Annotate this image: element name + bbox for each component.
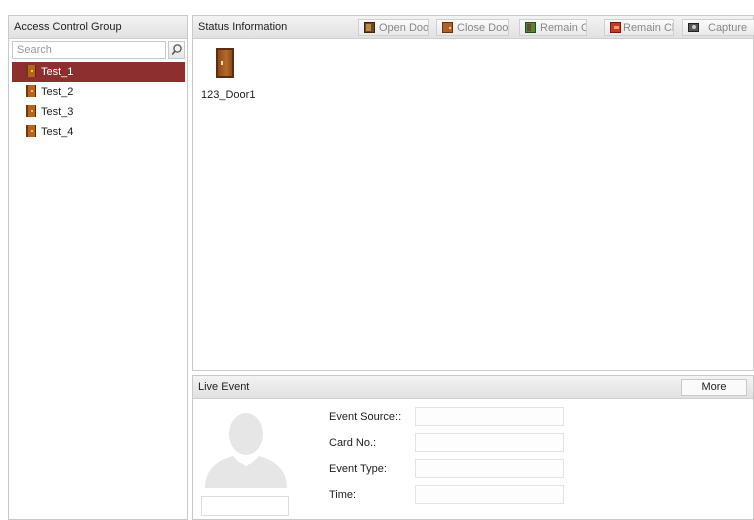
group-tree: Test_1 Test_2 Test_3 Test_4 <box>12 62 185 142</box>
capture-button[interactable]: Capture <box>682 19 754 36</box>
tree-item-label: Test_4 <box>41 126 74 138</box>
live-event-panel: Live Event More Event Source:: Card No.:… <box>192 375 754 520</box>
door-label[interactable]: 123_Door1 <box>201 89 255 101</box>
person-name-box <box>201 496 289 516</box>
open-door-icon <box>364 22 375 33</box>
tree-item-label: Test_1 <box>41 66 74 78</box>
remain-open-icon <box>525 22 536 33</box>
access-control-group-panel: Access Control Group Test_1 Test_2 Test_… <box>8 15 188 520</box>
door-group-icon <box>26 85 36 98</box>
remain-closed-icon <box>610 22 621 33</box>
time-field <box>415 485 564 504</box>
remain-closed-label: Remain Cl... <box>623 22 674 34</box>
remain-closed-button[interactable]: Remain Cl... <box>604 19 674 36</box>
card-no-field <box>415 433 564 452</box>
live-event-title: Live Event <box>193 376 753 399</box>
person-avatar-icon <box>201 406 291 488</box>
event-source-label: Event Source:: <box>329 411 402 423</box>
door-group-icon <box>26 105 36 118</box>
tree-item-label: Test_3 <box>41 106 74 118</box>
event-type-field <box>415 459 564 478</box>
door-group-icon <box>26 65 36 78</box>
door-icon[interactable] <box>216 48 234 78</box>
event-type-label: Event Type: <box>329 463 387 475</box>
remain-open-label: Remain O... <box>540 22 586 34</box>
open-door-button[interactable]: Open Door <box>358 19 429 36</box>
access-control-group-title: Access Control Group <box>9 16 187 39</box>
group-search <box>12 41 185 59</box>
tree-item-test-3[interactable]: Test_3 <box>12 102 185 122</box>
time-label: Time: <box>329 489 357 501</box>
open-door-label: Open Door <box>379 22 429 34</box>
tree-item-test-4[interactable]: Test_4 <box>12 122 185 142</box>
search-icon <box>171 44 182 56</box>
tree-item-test-1[interactable]: Test_1 <box>12 62 185 82</box>
capture-label: Capture <box>708 22 748 34</box>
close-door-icon <box>442 22 453 33</box>
tree-item-label: Test_2 <box>41 86 74 98</box>
capture-icon <box>688 23 699 32</box>
remain-open-button[interactable]: Remain O... <box>519 19 587 36</box>
status-information-panel: Status Information Open Door Close Door … <box>192 15 754 371</box>
card-no-label: Card No.: <box>329 437 377 449</box>
search-input[interactable] <box>12 41 166 59</box>
door-group-icon <box>26 125 36 138</box>
search-button[interactable] <box>168 41 185 59</box>
close-door-label: Close Door <box>457 22 509 34</box>
more-button[interactable]: More <box>681 379 747 396</box>
event-source-field <box>415 407 564 426</box>
close-door-button[interactable]: Close Door <box>436 19 509 36</box>
tree-item-test-2[interactable]: Test_2 <box>12 82 185 102</box>
